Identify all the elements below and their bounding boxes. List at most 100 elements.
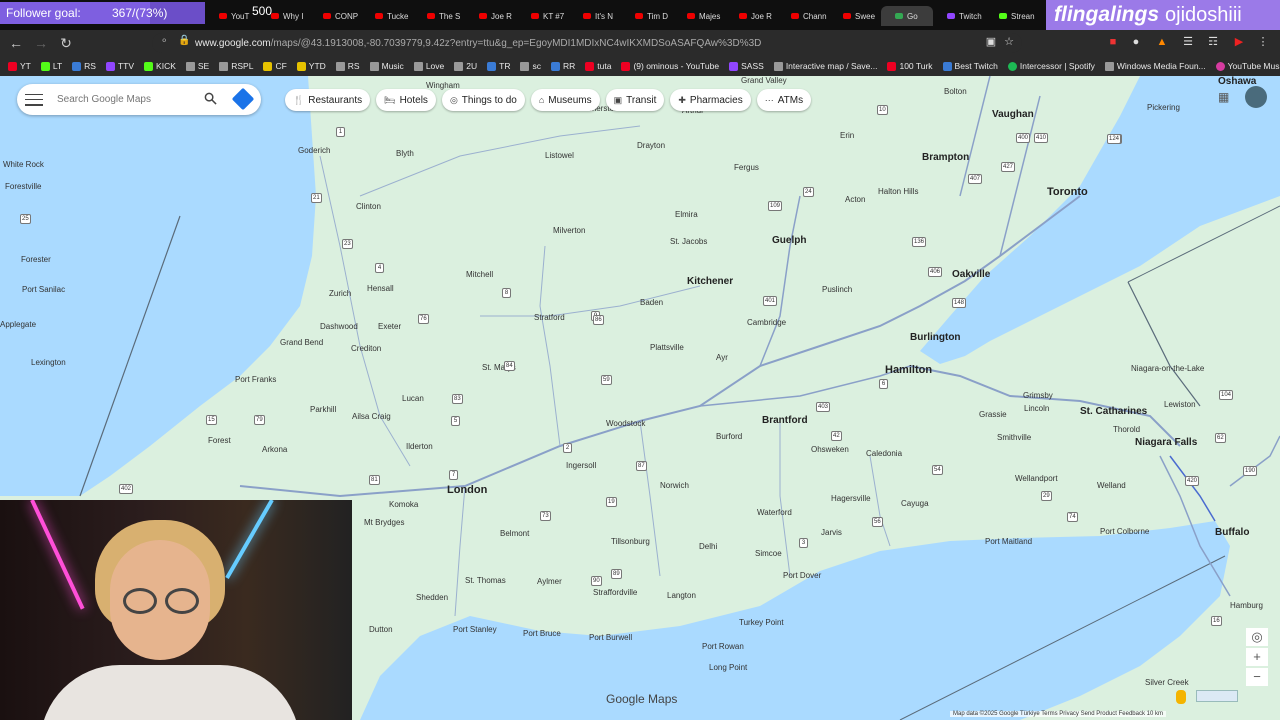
- place-label[interactable]: Smithville: [997, 433, 1031, 442]
- bookmark-item[interactable]: Love: [413, 61, 444, 71]
- chip-things-to-do[interactable]: ◎ Things to do: [441, 89, 525, 111]
- search-icon[interactable]: [204, 92, 217, 105]
- place-label[interactable]: Toronto: [1047, 186, 1088, 198]
- google-apps-icon[interactable]: ▦: [1218, 90, 1230, 104]
- browser-tab[interactable]: Majes: [673, 6, 725, 26]
- bookmark-item[interactable]: TR: [487, 61, 510, 71]
- place-label[interactable]: Port Rowan: [702, 642, 744, 651]
- place-label[interactable]: Port Maitland: [985, 537, 1032, 546]
- bookmark-item[interactable]: RSPL: [219, 61, 253, 71]
- place-label[interactable]: Norwich: [660, 481, 689, 490]
- place-label[interactable]: Grand Valley: [741, 76, 787, 85]
- place-label[interactable]: Port Franks: [235, 375, 276, 384]
- place-label[interactable]: Straffordville: [593, 588, 637, 597]
- back-icon[interactable]: ←: [5, 32, 27, 54]
- browser-tab[interactable]: YouT: [205, 6, 257, 26]
- place-label[interactable]: Lewiston: [1164, 400, 1196, 409]
- bookmark-item[interactable]: RR: [550, 61, 575, 71]
- place-label[interactable]: Acton: [845, 195, 865, 204]
- place-label[interactable]: White Rock: [3, 160, 44, 169]
- bookmark-item[interactable]: Windows Media Foun...: [1104, 61, 1206, 71]
- place-label[interactable]: Vaughan: [992, 109, 1034, 120]
- bookmark-item[interactable]: Best Twitch: [942, 61, 998, 71]
- bookmark-item[interactable]: KICK: [144, 61, 176, 71]
- browser-tab[interactable]: Tim D: [621, 6, 673, 26]
- place-label[interactable]: Langton: [667, 591, 696, 600]
- place-label[interactable]: Ayr: [716, 353, 728, 362]
- place-label[interactable]: St. Catharines: [1080, 406, 1147, 417]
- chip-restaurants[interactable]: 🍴 Restaurants: [285, 89, 371, 111]
- place-label[interactable]: Exeter: [378, 322, 401, 331]
- directions-icon[interactable]: [231, 87, 255, 111]
- place-label[interactable]: Aylmer: [537, 577, 562, 586]
- extension-bars-icon[interactable]: ☰: [1181, 35, 1195, 49]
- zoom-in-button[interactable]: +: [1246, 648, 1268, 666]
- bookmark-item[interactable]: YouTube Music: [1215, 61, 1280, 71]
- place-label[interactable]: Plattsville: [650, 343, 684, 352]
- map-search-input[interactable]: [57, 94, 197, 105]
- bookmark-item[interactable]: SE: [185, 61, 209, 71]
- place-label[interactable]: Port Colborne: [1100, 527, 1149, 536]
- place-label[interactable]: Milverton: [553, 226, 585, 235]
- place-label[interactable]: Listowel: [545, 151, 574, 160]
- bookmark-item[interactable]: (9) ominous - YouTube: [621, 61, 719, 71]
- place-label[interactable]: Hamilton: [885, 364, 932, 376]
- browser-tab[interactable]: Chann: [777, 6, 829, 26]
- place-label[interactable]: Ingersoll: [566, 461, 596, 470]
- place-label[interactable]: Niagara-on-the-Lake: [1131, 364, 1204, 373]
- extension-badge-icon[interactable]: ■: [1106, 35, 1120, 49]
- bookmark-item[interactable]: SASS: [729, 61, 764, 71]
- place-label[interactable]: Wellandport: [1015, 474, 1058, 483]
- place-label[interactable]: Caledonia: [866, 449, 902, 458]
- bookmark-item[interactable]: YT: [8, 61, 31, 71]
- place-label[interactable]: Parkhill: [310, 405, 336, 414]
- place-label[interactable]: Ailsa Craig: [352, 412, 391, 421]
- place-label[interactable]: Delhi: [699, 542, 717, 551]
- place-label[interactable]: Puslinch: [822, 285, 852, 294]
- place-label[interactable]: Tillsonburg: [611, 537, 650, 546]
- place-label[interactable]: Cambridge: [747, 318, 786, 327]
- bookmark-item[interactable]: Intercessor | Spotify: [1007, 61, 1095, 71]
- chip-pharmacies[interactable]: ✚ Pharmacies: [670, 89, 751, 111]
- place-label[interactable]: Applegate: [0, 320, 36, 329]
- place-label[interactable]: Komoka: [389, 500, 418, 509]
- place-label[interactable]: Halton Hills: [878, 187, 918, 196]
- place-label[interactable]: Hagersville: [831, 494, 871, 503]
- place-label[interactable]: Guelph: [772, 235, 806, 246]
- place-label[interactable]: Jarvis: [821, 528, 842, 537]
- place-label[interactable]: Blyth: [396, 149, 414, 158]
- browser-tab[interactable]: CONP: [309, 6, 361, 26]
- place-label[interactable]: Belmont: [500, 529, 529, 538]
- place-label[interactable]: Lexington: [31, 358, 66, 367]
- place-label[interactable]: Baden: [640, 298, 663, 307]
- hamburger-menu-icon[interactable]: [23, 93, 51, 107]
- bookmark-item[interactable]: CF: [263, 61, 287, 71]
- browser-tab[interactable]: It's N: [569, 6, 621, 26]
- chip-hotels[interactable]: 🛏 Hotels: [376, 89, 436, 111]
- place-label[interactable]: Cayuga: [901, 499, 929, 508]
- place-label[interactable]: Stratford: [534, 313, 565, 322]
- place-label[interactable]: Grand Bend: [280, 338, 323, 347]
- place-label[interactable]: Port Stanley: [453, 625, 497, 634]
- place-label[interactable]: Brantford: [762, 415, 808, 426]
- bookmark-star-icon[interactable]: ☆: [1002, 35, 1016, 49]
- browser-tab[interactable]: KT #7: [517, 6, 569, 26]
- place-label[interactable]: Pickering: [1147, 103, 1180, 112]
- place-label[interactable]: Dutton: [369, 625, 393, 634]
- browser-tab[interactable]: The S: [413, 6, 465, 26]
- place-label[interactable]: Burlington: [910, 332, 961, 343]
- place-label[interactable]: Ohsweken: [811, 445, 849, 454]
- place-label[interactable]: Silver Creek: [1145, 678, 1189, 687]
- place-label[interactable]: Dashwood: [320, 322, 358, 331]
- map-search-box[interactable]: [17, 84, 261, 115]
- zoom-out-button[interactable]: −: [1246, 668, 1268, 686]
- layers-thumbnails[interactable]: [1196, 690, 1238, 702]
- place-label[interactable]: Drayton: [637, 141, 665, 150]
- extensions-puzzle-icon[interactable]: ☶: [1206, 35, 1220, 49]
- browser-tab[interactable]: Strean: [985, 6, 1037, 26]
- place-label[interactable]: Grassie: [979, 410, 1007, 419]
- place-label[interactable]: Oshawa: [1218, 76, 1256, 87]
- bookmark-item[interactable]: RS: [335, 61, 360, 71]
- place-label[interactable]: Forester: [21, 255, 51, 264]
- browser-tab[interactable]: Joe R: [725, 6, 777, 26]
